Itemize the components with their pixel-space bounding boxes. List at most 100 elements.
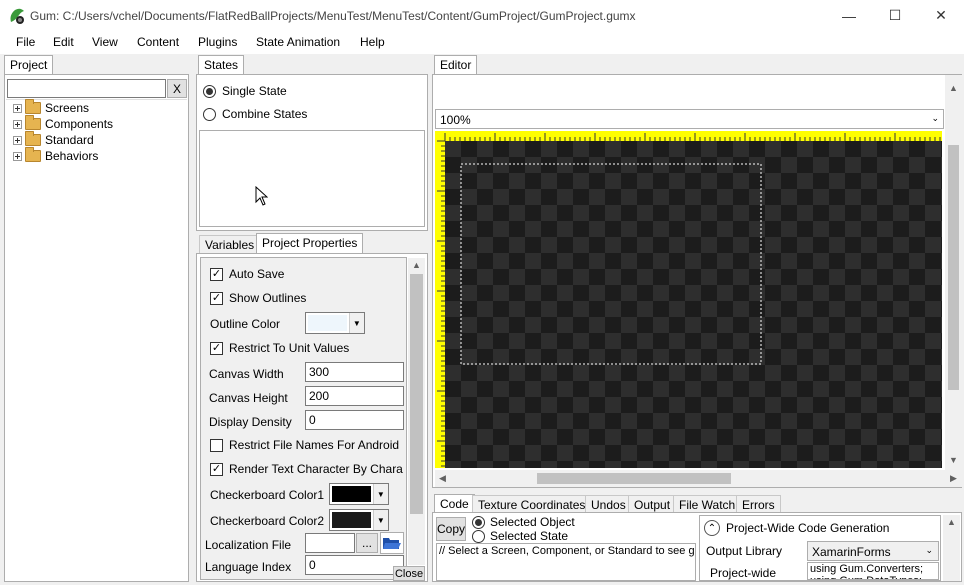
outline-color-picker[interactable]: ▼ <box>305 312 365 334</box>
menu-state-animation[interactable]: State Animation <box>256 35 340 49</box>
close-window-button[interactable]: ✕ <box>918 0 964 31</box>
minimize-button[interactable]: — <box>826 0 872 31</box>
checker2-color-picker[interactable]: ▼ <box>329 509 389 531</box>
render-text-checkbox[interactable]: ✓ <box>210 462 223 476</box>
tab-states[interactable]: States <box>198 55 245 75</box>
checker-tile <box>669 461 685 468</box>
states-list[interactable] <box>199 130 425 227</box>
tab-project[interactable]: Project <box>4 55 54 75</box>
canvas-width-field[interactable]: 300 <box>305 362 404 382</box>
selected-state-option[interactable]: Selected State <box>472 529 568 543</box>
expand-icon[interactable] <box>13 119 22 129</box>
tab-code[interactable]: Code <box>434 494 475 514</box>
menu-edit[interactable]: Edit <box>53 35 74 49</box>
expand-icon[interactable] <box>13 151 22 161</box>
checker1-color-picker[interactable]: ▼ <box>329 483 389 505</box>
selected-object-option[interactable]: Selected Object <box>472 515 575 529</box>
scroll-up-icon[interactable]: ▲ <box>947 517 956 527</box>
combine-states-radio[interactable] <box>203 107 216 121</box>
checker-tile <box>925 237 941 253</box>
scroll-thumb[interactable] <box>537 473 731 484</box>
checker-tile <box>781 157 797 173</box>
expand-icon[interactable] <box>13 135 22 145</box>
restrict-unit-checkbox[interactable]: ✓ <box>210 341 223 355</box>
menu-view[interactable]: View <box>92 35 118 49</box>
restrict-android-checkbox[interactable] <box>210 438 223 452</box>
browse-button[interactable]: ... <box>356 533 378 553</box>
auto-save-checkbox[interactable]: ✓ <box>210 267 223 281</box>
tree-item-behaviors[interactable]: Behaviors <box>13 147 113 164</box>
checker-tile <box>541 173 557 189</box>
combine-states-option[interactable]: Combine States <box>203 107 307 121</box>
scroll-up-icon[interactable]: ▲ <box>412 260 421 270</box>
checker-tile <box>765 269 781 285</box>
checker-tile <box>925 269 941 285</box>
scroll-right-icon[interactable]: ▶ <box>950 473 957 484</box>
editor-canvas[interactable] <box>435 131 942 468</box>
checker-tile <box>461 157 477 173</box>
properties-scrollbar[interactable]: ▲ <box>408 258 425 565</box>
tree-item-standard[interactable]: Standard <box>13 131 113 148</box>
expand-icon[interactable] <box>13 103 22 113</box>
menu-help[interactable]: Help <box>360 35 385 49</box>
scroll-thumb[interactable] <box>948 145 959 390</box>
tab-variables[interactable]: Variables <box>199 235 261 253</box>
single-state-radio[interactable] <box>203 84 216 98</box>
tab-file-watch[interactable]: File Watch <box>673 495 742 513</box>
restrict-android-option[interactable]: Restrict File Names For Android <box>210 438 399 452</box>
scroll-up-icon[interactable]: ▲ <box>949 83 958 93</box>
display-density-field[interactable]: 0 <box>305 410 404 430</box>
localization-label: Localization File <box>205 538 292 552</box>
checker-tile <box>781 189 797 205</box>
checker-tile <box>701 365 717 381</box>
open-folder-button[interactable] <box>380 532 404 554</box>
tab-project-properties[interactable]: Project Properties <box>256 233 364 253</box>
checker-tile <box>509 301 525 317</box>
restrict-unit-option[interactable]: ✓ Restrict To Unit Values <box>210 341 349 355</box>
checker-tile <box>765 173 781 189</box>
scroll-down-icon[interactable]: ▼ <box>949 455 958 465</box>
zoom-dropdown[interactable]: 100% ⌄ <box>435 109 944 129</box>
checker-tile <box>829 141 845 157</box>
single-state-option[interactable]: Single State <box>203 84 287 98</box>
copy-button[interactable]: Copy <box>436 517 466 541</box>
tab-undos[interactable]: Undos <box>585 495 632 513</box>
checker-tile <box>717 413 733 429</box>
checker-tile <box>525 317 541 333</box>
tab-editor[interactable]: Editor <box>434 55 478 75</box>
checker-tile <box>813 349 829 365</box>
canvas-height-field[interactable]: 200 <box>305 386 404 406</box>
menu-content[interactable]: Content <box>137 35 179 49</box>
tab-texture-coordinates[interactable]: Texture Coordinates <box>472 495 592 513</box>
tab-errors[interactable]: Errors <box>736 495 781 513</box>
selected-state-radio[interactable] <box>472 529 485 543</box>
tree-item-screens[interactable]: Screens <box>13 99 113 116</box>
code-output[interactable]: // Select a Screen, Component, or Standa… <box>436 543 696 581</box>
checker-tile <box>621 157 637 173</box>
output-library-dropdown[interactable]: XamarinForms ⌄ <box>807 541 939 561</box>
auto-save-option[interactable]: ✓ Auto Save <box>210 267 284 281</box>
selected-object-radio[interactable] <box>472 515 485 529</box>
show-outlines-option[interactable]: ✓ Show Outlines <box>210 291 306 305</box>
maximize-button[interactable]: ☐ <box>872 0 918 31</box>
render-text-option[interactable]: ✓ Render Text Character By Chara <box>210 462 403 476</box>
menu-plugins[interactable]: Plugins <box>198 35 237 49</box>
language-index-field[interactable]: 0 <box>305 555 404 575</box>
localization-field[interactable] <box>305 533 355 553</box>
project-search-input[interactable] <box>7 79 166 98</box>
editor-horizontal-scrollbar[interactable]: ◀ ▶ <box>435 470 962 487</box>
tab-output[interactable]: Output <box>628 495 677 513</box>
show-outlines-checkbox[interactable]: ✓ <box>210 291 223 305</box>
scroll-left-icon[interactable]: ◀ <box>439 473 446 484</box>
code-scrollbar[interactable]: ▲ <box>943 515 960 581</box>
tree-item-components[interactable]: Components <box>13 115 113 132</box>
usings-field[interactable]: using Gum.Converters; using Gum.DataType… <box>807 562 939 580</box>
collapse-icon[interactable]: ⌃ <box>704 520 720 536</box>
clear-search-button[interactable]: X <box>167 79 187 98</box>
checker-tile <box>717 221 733 237</box>
scroll-thumb[interactable] <box>410 274 423 514</box>
tree-label: Standard <box>45 133 94 147</box>
editor-vertical-scrollbar[interactable]: ▲ ▼ <box>945 75 962 470</box>
close-button[interactable]: Close <box>393 566 425 581</box>
menu-file[interactable]: File <box>16 35 35 49</box>
